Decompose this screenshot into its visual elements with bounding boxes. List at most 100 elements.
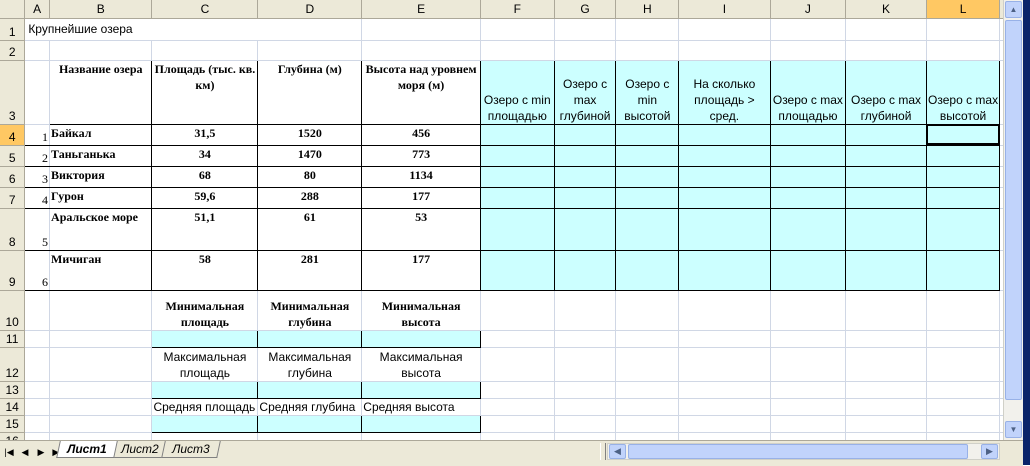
- result-cell[interactable]: [678, 186, 771, 209]
- label-min-depth[interactable]: Минимальная глубина: [257, 290, 363, 331]
- min-height-value-cell[interactable]: [361, 329, 481, 348]
- result-cell[interactable]: [553, 123, 617, 146]
- lake-index[interactable]: 2: [24, 145, 51, 167]
- lake-area-cell[interactable]: 68: [151, 165, 259, 188]
- result-cell[interactable]: [925, 144, 1001, 167]
- row-header-13[interactable]: 13: [0, 381, 26, 399]
- label-min-height[interactable]: Минимальная высота: [361, 290, 481, 331]
- lake-name-cell[interactable]: Аральское море: [49, 207, 153, 251]
- label-avg-area[interactable]: Средняя площадь: [151, 398, 259, 416]
- column-header-d[interactable]: D: [257, 0, 363, 19]
- column-header-c[interactable]: C: [151, 0, 259, 19]
- row-header-4[interactable]: 4: [0, 124, 26, 146]
- lake-area-cell[interactable]: 58: [151, 249, 259, 291]
- result-cell[interactable]: [925, 165, 1001, 188]
- column-header-l[interactable]: L: [926, 0, 1001, 19]
- result-cell[interactable]: [553, 144, 617, 167]
- header-area[interactable]: Площадь (тыс. кв. км): [151, 59, 259, 125]
- header-max-depth-lake-2[interactable]: Озеро с max глубиной: [845, 59, 927, 125]
- row-header-1[interactable]: 1: [0, 18, 26, 41]
- lake-depth-cell[interactable]: 61: [257, 207, 363, 251]
- row-header-5[interactable]: 5: [0, 145, 26, 167]
- scroll-down-icon[interactable]: ▼: [1005, 421, 1022, 438]
- column-header-h[interactable]: H: [615, 0, 680, 19]
- lake-depth-cell[interactable]: 288: [257, 186, 363, 209]
- column-header-b[interactable]: B: [49, 0, 153, 19]
- column-header-k[interactable]: K: [845, 0, 927, 19]
- result-cell[interactable]: [479, 165, 555, 188]
- result-cell[interactable]: [769, 249, 847, 291]
- result-cell[interactable]: [678, 207, 771, 251]
- result-cell[interactable]: [845, 249, 927, 291]
- lake-height-cell[interactable]: 773: [361, 144, 481, 167]
- header-min-area-lake[interactable]: Озеро с min площадью: [479, 59, 555, 125]
- lake-name-cell[interactable]: Мичиган: [49, 249, 153, 291]
- lake-name-cell[interactable]: Виктория: [49, 165, 153, 188]
- header-lake-name[interactable]: Название озера: [49, 59, 153, 125]
- min-depth-value-cell[interactable]: [257, 329, 363, 348]
- lake-index[interactable]: 1: [24, 124, 51, 146]
- result-cell[interactable]: [769, 207, 847, 251]
- result-cell[interactable]: [615, 165, 680, 188]
- result-cell[interactable]: [845, 144, 927, 167]
- row-header-10[interactable]: 10: [0, 290, 26, 331]
- lake-height-cell[interactable]: 177: [361, 186, 481, 209]
- header-max-height-lake[interactable]: Озеро с max высотой: [925, 59, 1001, 125]
- max-depth-value-cell[interactable]: [257, 380, 363, 399]
- row-header-7[interactable]: 7: [0, 187, 26, 209]
- row-header-6[interactable]: 6: [0, 166, 26, 188]
- scroll-up-icon[interactable]: ▲: [1005, 1, 1022, 18]
- result-cell[interactable]: [845, 186, 927, 209]
- lake-depth-cell[interactable]: 1520: [257, 123, 363, 146]
- result-cell[interactable]: [553, 165, 617, 188]
- column-header-j[interactable]: J: [770, 0, 847, 19]
- avg-area-value-cell[interactable]: [151, 414, 259, 433]
- row-header-9[interactable]: 9: [0, 250, 26, 291]
- avg-depth-value-cell[interactable]: [257, 414, 363, 433]
- result-cell[interactable]: [615, 186, 680, 209]
- column-header-i[interactable]: I: [678, 0, 771, 19]
- result-cell[interactable]: [925, 249, 1001, 291]
- row-header-2[interactable]: 2: [0, 40, 26, 61]
- result-cell[interactable]: [925, 186, 1001, 209]
- scroll-left-icon[interactable]: ◀: [609, 444, 626, 459]
- column-header-f[interactable]: F: [480, 0, 555, 19]
- result-cell[interactable]: [479, 249, 555, 291]
- label-max-depth[interactable]: Максимальная глубина: [257, 347, 363, 382]
- header-max-area-lake[interactable]: Озеро с max площадью: [769, 59, 847, 125]
- result-cell[interactable]: [615, 207, 680, 251]
- result-cell[interactable]: [845, 165, 927, 188]
- lake-name-cell[interactable]: Байкал: [49, 123, 153, 146]
- row-header-8[interactable]: 8: [0, 208, 26, 251]
- lake-depth-cell[interactable]: 1470: [257, 144, 363, 167]
- max-height-value-cell[interactable]: [361, 380, 481, 399]
- result-cell[interactable]: [615, 144, 680, 167]
- label-avg-height[interactable]: Средняя высота: [361, 398, 481, 416]
- result-cell[interactable]: [678, 123, 771, 146]
- scroll-right-icon[interactable]: ▶: [981, 444, 998, 459]
- lake-index[interactable]: 5: [24, 208, 51, 251]
- lake-area-cell[interactable]: 31,5: [151, 123, 259, 146]
- tab-sheet2[interactable]: Лист2: [109, 441, 169, 458]
- lake-height-cell[interactable]: 456: [361, 123, 481, 146]
- label-max-area[interactable]: Максимальная площадь: [151, 347, 259, 382]
- sheet-title[interactable]: Крупнейшие озера: [24, 18, 363, 41]
- result-cell[interactable]: [553, 186, 617, 209]
- result-cell[interactable]: [615, 123, 680, 146]
- result-cell[interactable]: [769, 144, 847, 167]
- max-area-value-cell[interactable]: [151, 380, 259, 399]
- next-sheet-icon[interactable]: ▶: [34, 445, 48, 459]
- result-cell[interactable]: [925, 207, 1001, 251]
- label-min-area[interactable]: Минимальная площадь: [151, 290, 259, 331]
- result-cell[interactable]: [479, 123, 555, 146]
- header-height[interactable]: Высота над уровнем моря (м): [361, 59, 481, 125]
- column-header-g[interactable]: G: [554, 0, 617, 19]
- result-cell[interactable]: [769, 186, 847, 209]
- prev-sheet-icon[interactable]: ◀: [18, 445, 32, 459]
- label-max-height[interactable]: Максимальная высота: [361, 347, 481, 382]
- header-depth[interactable]: Глубина (м): [257, 59, 363, 125]
- result-cell[interactable]: [553, 207, 617, 251]
- row-header-16[interactable]: 16: [0, 432, 26, 440]
- row-header-11[interactable]: 11: [0, 330, 26, 348]
- column-header-a[interactable]: A: [24, 0, 51, 19]
